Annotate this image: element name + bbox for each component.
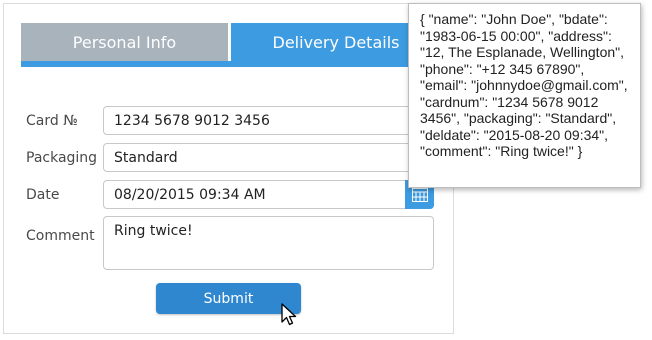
tab-personal-info-label: Personal Info [72,32,177,52]
date-label: Date [26,187,60,203]
packaging-field[interactable]: Standard [103,143,434,172]
mouse-pointer-icon [281,303,297,326]
comment-label: Comment [26,228,95,244]
comment-value: Ring twice! [114,223,193,239]
card-number-label: Card № [26,113,78,129]
date-value: 08/20/2015 09:34 AM [114,186,266,203]
calendar-icon [411,187,428,202]
json-tooltip: { "name": "John Doe", "bdate": "1983-06-… [408,3,641,188]
card-number-field[interactable]: 1234 5678 9012 3456 [103,106,434,135]
comment-textarea[interactable]: Ring twice! [103,216,434,270]
tab-personal-info[interactable]: Personal Info [21,23,228,61]
packaging-label: Packaging [26,150,98,166]
submit-button-label: Submit [203,290,254,307]
date-field[interactable]: 08/20/2015 09:34 AM [103,180,434,209]
packaging-value: Standard [114,149,178,166]
active-tab-underline [21,61,441,67]
submit-button[interactable]: Submit [156,283,301,314]
tab-delivery-details-label: Delivery Details [272,32,400,52]
card-number-value: 1234 5678 9012 3456 [114,112,270,129]
